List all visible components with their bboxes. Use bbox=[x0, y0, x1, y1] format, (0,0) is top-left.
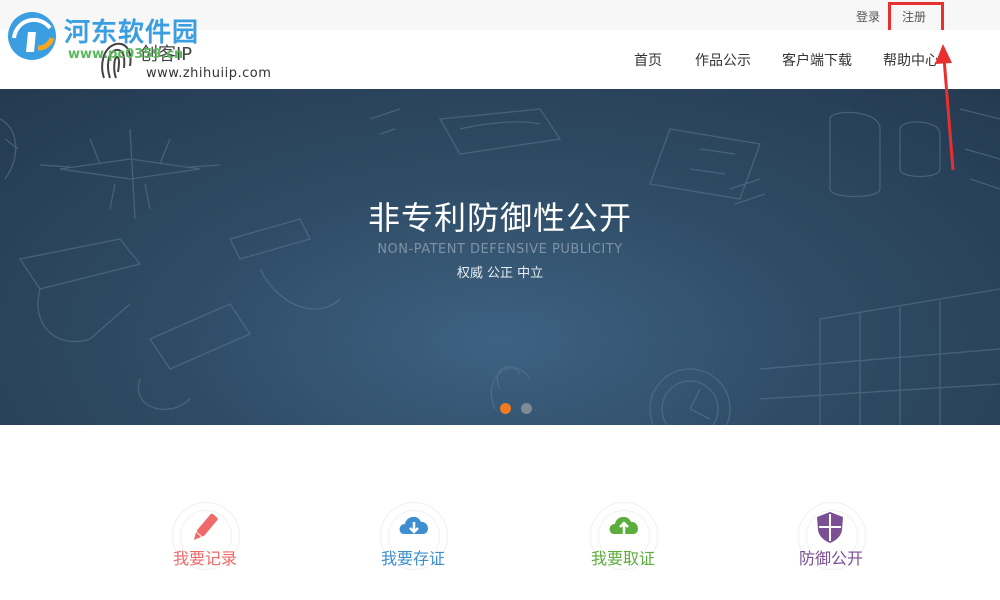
hero-tagline: 权威 公正 中立 bbox=[456, 266, 544, 281]
feature-deposit[interactable]: 我要存证 bbox=[350, 498, 470, 598]
hero-banner[interactable]: 非专利防御性公开 NON-PATENT DEFENSIVE PUBLICITY … bbox=[0, 89, 1000, 425]
hero-subtitle: NON-PATENT DEFENSIVE PUBLICITY bbox=[377, 242, 623, 257]
watermark-title: 河东软件园 bbox=[64, 18, 200, 48]
pencil-icon bbox=[194, 513, 218, 540]
feature-obtain[interactable]: 我要取证 bbox=[560, 498, 680, 598]
nav-item-works[interactable]: 作品公示 bbox=[695, 50, 751, 70]
watermark-url: www.pc0359.cn bbox=[68, 47, 184, 62]
feature-defense[interactable]: 防御公开 bbox=[768, 498, 888, 598]
watermark-logo-icon bbox=[8, 12, 56, 60]
hero-title: 非专利防御性公开 bbox=[367, 199, 632, 237]
feature-record[interactable]: 我要记录 bbox=[142, 498, 262, 598]
sketch-background-illustration bbox=[0, 108, 1000, 425]
feature-label-obtain[interactable]: 我要取证 bbox=[560, 545, 686, 569]
nav-item-home[interactable]: 首页 bbox=[634, 50, 662, 70]
feature-label-deposit[interactable]: 我要存证 bbox=[350, 545, 476, 569]
feature-label-record[interactable]: 我要记录 bbox=[142, 545, 268, 569]
nav-item-help-center[interactable]: 帮助中心 bbox=[883, 50, 939, 70]
carousel-dot-2[interactable] bbox=[521, 403, 532, 414]
cloud-download-icon bbox=[399, 516, 428, 534]
feature-label-defense[interactable]: 防御公开 bbox=[768, 545, 894, 569]
nav-item-client-download[interactable]: 客户端下载 bbox=[782, 50, 852, 70]
login-link[interactable]: 登录 bbox=[856, 8, 880, 25]
logo-url: www.zhihuiip.com bbox=[146, 66, 272, 81]
shield-icon bbox=[817, 512, 843, 543]
cloud-upload-icon bbox=[609, 516, 638, 534]
carousel-dot-1[interactable] bbox=[500, 403, 511, 414]
